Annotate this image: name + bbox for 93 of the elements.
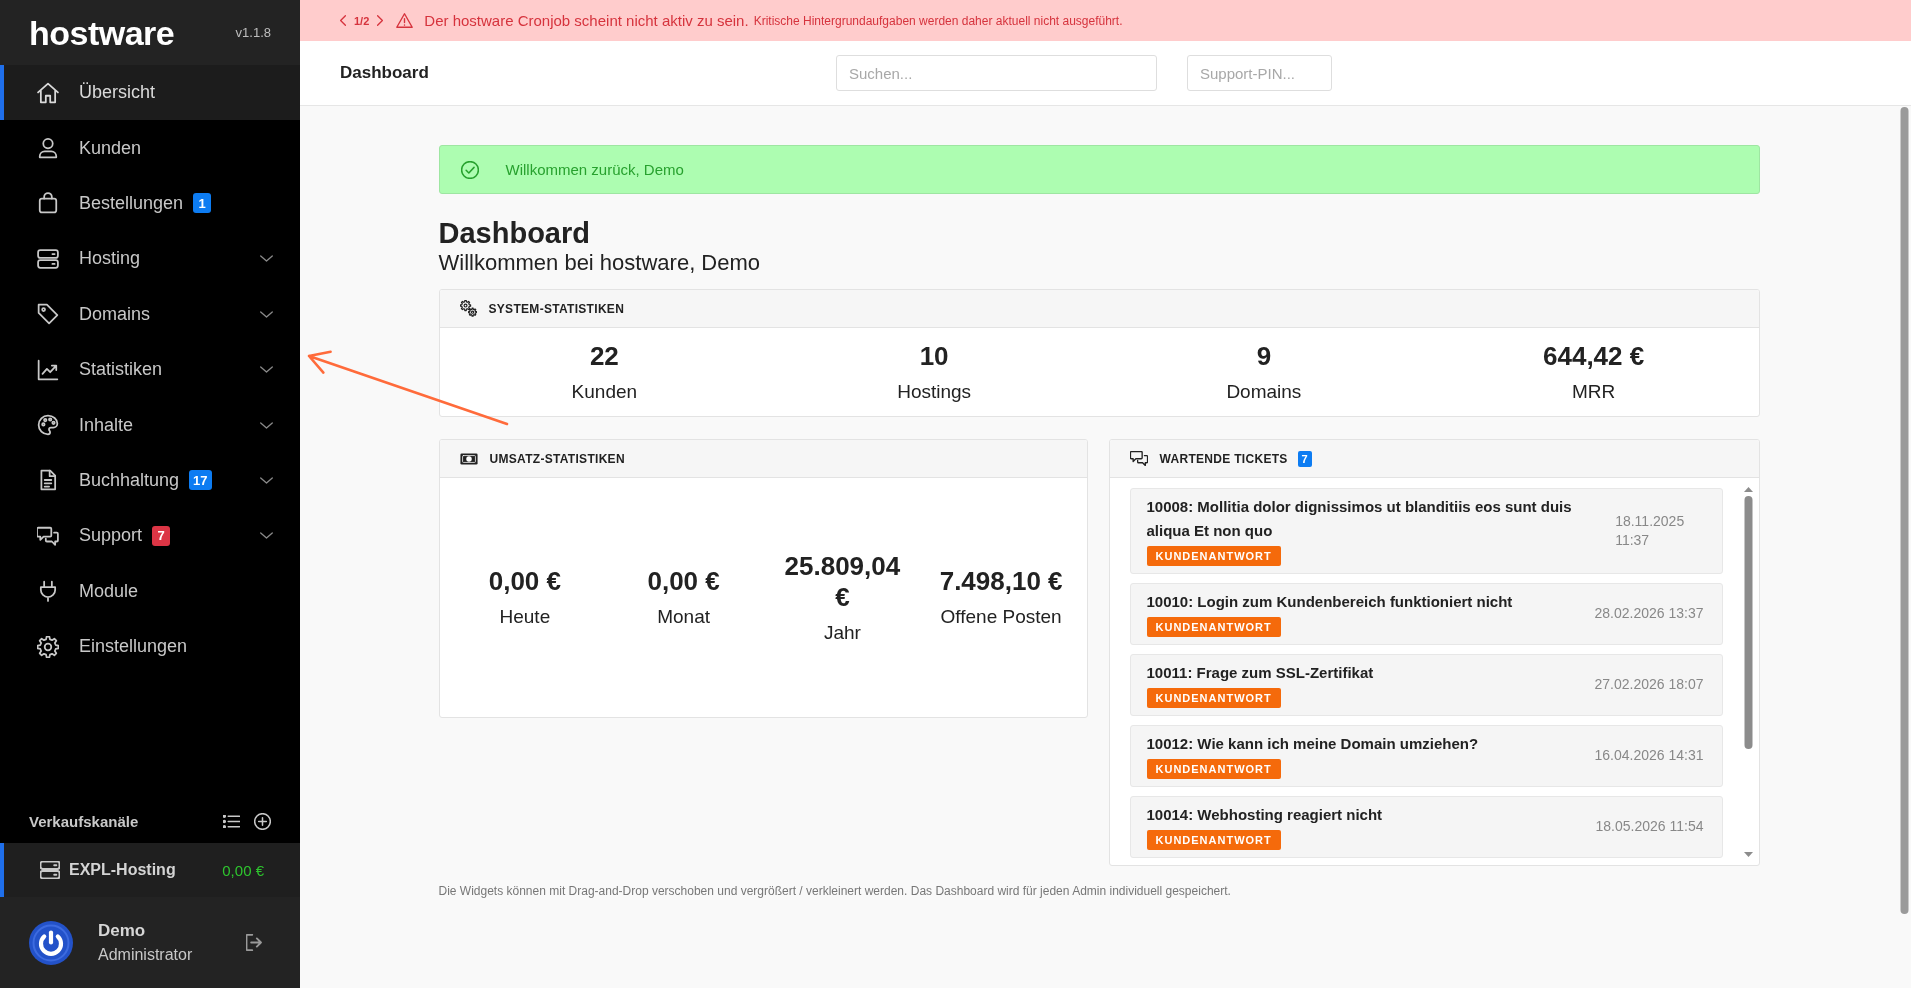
alert-message: Der hostware Cronjob scheint nicht aktiv zu sein. [424, 12, 749, 29]
sidebar-item[interactable]: Übersicht [0, 65, 300, 121]
user-role: Administrator [98, 946, 193, 964]
count-badge: 17 [189, 470, 212, 491]
ticket-title[interactable]: 10012: Wie kann ich meine Domain umziehen? [1146, 732, 1585, 756]
chat-bubbles-icon [1129, 451, 1148, 466]
alert-text: Willkommen zurück, Demo [505, 161, 684, 178]
sidebar-item[interactable]: Domains [0, 286, 300, 342]
sidebar-item[interactable]: Buchhaltung 17 [0, 452, 300, 509]
pager-label: 1/2 [354, 14, 370, 27]
status-badge: KUNDENANTWORT [1146, 617, 1281, 637]
version-label: v1.1.8 [235, 25, 271, 40]
sidebar-item[interactable]: Module [0, 563, 300, 619]
user-icon [37, 137, 59, 160]
ticket-title[interactable]: 10014: Webhosting reagiert nicht [1146, 803, 1586, 827]
sidebar-item[interactable]: Hosting [0, 231, 300, 287]
card-title: WARTENDE TICKETS [1159, 451, 1288, 466]
stat-value: 7.498,10 € [939, 566, 1063, 597]
ticket-date: 28.02.2026 13:37 [1594, 604, 1704, 623]
status-badge: KUNDENANTWORT [1146, 759, 1281, 779]
stat-value: 0,00 € [488, 566, 561, 597]
stat-value: 644,42 € [1543, 340, 1645, 372]
footer-note: Die Widgets können mit Drag-and-Drop verschoben und vergrößert / verkleinert werden. Das Dashboard wird für jeden Admin individuell gespeichert. [438, 883, 1231, 899]
channel-amount: 0,00 € [222, 861, 264, 879]
sidebar-item[interactable]: Inhalte [0, 397, 300, 453]
ticket-date: 16.04.2026 14:31 [1594, 746, 1704, 765]
plug-icon [37, 580, 59, 603]
ticket-title[interactable]: 10011: Frage zum SSL-Zertifikat [1146, 661, 1585, 685]
chevron-right-icon[interactable] [377, 15, 384, 26]
stat-value: 9 [1256, 340, 1272, 372]
sidebar-item[interactable]: Support 7 [0, 508, 300, 564]
count-badge: 7 [152, 525, 171, 546]
ticket-item[interactable]: 10012: Wie kann ich meine Domain umziehen? KUNDENANTWORT 16.04.2026 14:31 [1129, 725, 1723, 787]
stat-value: 22 [589, 340, 619, 372]
sales-channel-item[interactable]: EXPL-Hosting 0,00 € [0, 843, 300, 897]
cogs-icon [459, 300, 477, 317]
gear-icon [37, 635, 59, 658]
stat-label: Domains [1226, 379, 1302, 404]
stat-label: Offene Posten [940, 605, 1062, 629]
scrollbar[interactable] [1742, 486, 1754, 858]
ticket-item[interactable]: 10008: Mollitia dolor dignissimos ut blanditiis eos sunt duis aliqua Et non quo KUNDENANTWORT 18.11.2025 11:37 [1129, 488, 1723, 574]
logo[interactable]: hostware [29, 15, 175, 50]
ticket-item[interactable]: 10014: Webhosting reagiert nicht KUNDENANTWORT 18.05.2026 11:54 [1129, 796, 1723, 858]
home-icon [37, 81, 59, 104]
ticket-date: 27.02.2026 18:07 [1594, 675, 1704, 694]
card-title: SYSTEM-STATISTIKEN [488, 301, 625, 316]
ticket-item[interactable]: 10010: Login zum Kundenbereich funktioniert nicht KUNDENANTWORT 28.02.2026 13:37 [1129, 583, 1723, 645]
sidebar-item[interactable]: Bestellungen 1 [0, 175, 300, 232]
ticket-title[interactable]: 10010: Login zum Kundenbereich funktioniert nicht [1146, 590, 1585, 614]
server-icon [40, 861, 60, 879]
ticket-item[interactable]: 10011: Frage zum SSL-Zertifikat KUNDENANTWORT 27.02.2026 18:07 [1129, 654, 1723, 716]
stat-label: Monat [657, 605, 711, 629]
stat-label: Kunden [571, 379, 638, 404]
alert-detail: Kritische Hintergrundaufgaben werden daher aktuell nicht ausgeführt. [753, 13, 1123, 28]
scrollbar[interactable] [1900, 107, 1909, 914]
user-name: Demo [98, 921, 147, 941]
section-title: Verkaufskanäle [29, 812, 139, 830]
banknote-icon [459, 452, 478, 465]
shopping-bag-icon [37, 192, 59, 215]
count-badge: 1 [193, 193, 212, 214]
stat-label: Jahr [823, 620, 861, 645]
list-icon[interactable] [223, 814, 240, 828]
palette-icon [37, 414, 59, 437]
page-title: Dashboard [438, 216, 590, 250]
power-avatar-icon [29, 920, 73, 965]
chevron-left-icon[interactable] [340, 15, 346, 26]
sidebar-item[interactable]: Kunden [0, 120, 300, 176]
stat-label: Hostings [897, 379, 972, 404]
card-title: UMSATZ-STATISTIKEN [489, 451, 625, 466]
stat-value: 0,00 € [647, 566, 720, 597]
tag-icon [37, 303, 59, 326]
support-pin-field[interactable]: Support-PIN... [1187, 55, 1332, 91]
line-chart-icon [37, 358, 59, 381]
status-badge: KUNDENANTWORT [1146, 830, 1281, 850]
chat-bubbles-icon [37, 524, 59, 547]
status-badge: KUNDENANTWORT [1146, 546, 1281, 566]
stat-value: 25.809,04 € [783, 550, 902, 613]
sidebar-item[interactable]: Einstellungen [0, 618, 300, 675]
server-icon [37, 247, 59, 270]
logout-icon[interactable] [246, 934, 262, 951]
search-field[interactable]: Suchen... [836, 55, 1157, 91]
status-badge: KUNDENANTWORT [1146, 688, 1281, 708]
stat-label: MRR [1572, 379, 1616, 404]
page-subtitle: Willkommen bei hostware, Demo [438, 250, 761, 276]
count-badge: 7 [1297, 450, 1312, 467]
stat-label: Heute [499, 605, 551, 629]
ticket-date: 18.11.2025 11:37 [1615, 511, 1686, 550]
ticket-date: 18.05.2026 11:54 [1595, 817, 1704, 836]
sidebar-item[interactable]: Statistiken [0, 341, 300, 398]
ticket-title[interactable]: 10008: Mollitia dolor dignissimos ut blanditiis eos sunt duis aliqua Et non quo [1146, 495, 1606, 543]
warning-icon [396, 13, 414, 28]
page-header-title: Dashboard [340, 63, 430, 83]
stat-value: 10 [919, 340, 949, 372]
